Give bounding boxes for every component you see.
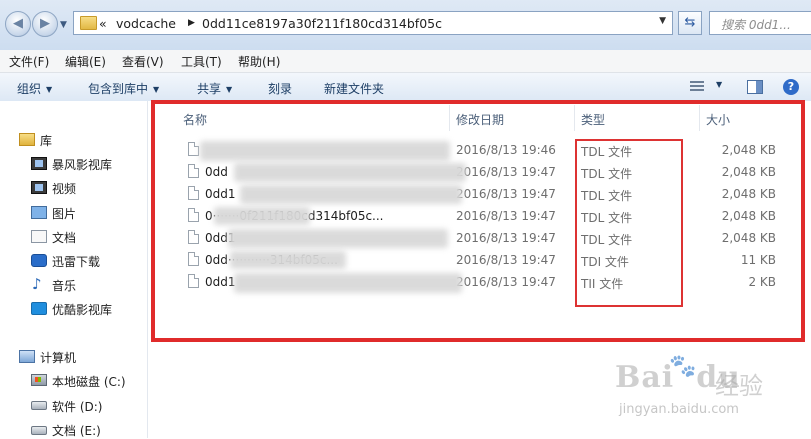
system-drive-icon	[31, 374, 47, 386]
nav-drive-e[interactable]: 文档 (E:)	[52, 422, 101, 439]
chevron-down-icon: ▼	[46, 85, 53, 94]
back-button[interactable]: ◀	[5, 11, 31, 37]
nav-item-thunder-download[interactable]: 迅雷下载	[52, 253, 100, 270]
forward-button[interactable]: ▶	[32, 11, 58, 37]
thunder-download-icon	[31, 254, 47, 267]
computer-icon	[19, 350, 35, 363]
nav-drive-d[interactable]: 软件 (D:)	[52, 398, 102, 415]
storm-library-icon	[31, 157, 47, 170]
menu-help[interactable]: 帮助(H)	[238, 53, 280, 70]
music-icon	[31, 275, 47, 293]
command-toolbar: 组织 ▼ 包含到库中 ▼ 共享 ▼ 刻录 新建文件夹 ▼ ?	[0, 73, 811, 102]
share-button[interactable]: 共享 ▼	[197, 80, 232, 97]
folder-icon	[80, 16, 97, 30]
nav-item-storm-library[interactable]: 暴风影视库	[52, 156, 112, 173]
menu-file[interactable]: 文件(F)	[9, 53, 49, 70]
organize-label: 组织	[17, 82, 42, 96]
address-history-dropdown[interactable]: ▼	[659, 16, 666, 26]
address-bar[interactable]: « vodcache ▶ 0dd11ce8197a30f211f180cd314…	[73, 11, 673, 35]
search-input[interactable]: 搜索 0dd1...	[709, 11, 811, 35]
new-folder-button[interactable]: 新建文件夹	[324, 80, 384, 97]
nav-computer[interactable]: 计算机	[40, 349, 76, 366]
breadcrumb-vodcache[interactable]: vodcache	[116, 16, 176, 31]
drive-icon	[31, 401, 47, 410]
burn-button[interactable]: 刻录	[268, 80, 292, 97]
nav-item-videos[interactable]: 视频	[52, 180, 76, 197]
library-icon	[19, 133, 35, 146]
chevron-down-icon: ▼	[153, 85, 160, 94]
share-label: 共享	[197, 82, 222, 96]
youku-library-icon	[31, 302, 47, 315]
watermark-logo-text: Bai	[615, 360, 675, 395]
address-bar-area: ◀ ▶ ▼ « vodcache ▶ 0dd11ce8197a30f211f18…	[0, 0, 811, 51]
menu-edit[interactable]: 编辑(E)	[65, 53, 106, 70]
help-icon[interactable]: ?	[783, 79, 799, 95]
menu-view[interactable]: 查看(V)	[122, 53, 164, 70]
organize-button[interactable]: 组织 ▼	[17, 80, 52, 97]
document-icon	[31, 230, 47, 243]
nav-drive-c[interactable]: 本地磁盘 (C:)	[52, 373, 126, 390]
highlight-box-type-column	[575, 139, 683, 307]
baidu-jingyan-watermark: Bai du 🐾 经验 jingyan.baidu.com	[615, 354, 805, 430]
nav-item-pictures[interactable]: 图片	[52, 205, 76, 222]
nav-item-music[interactable]: 音乐	[52, 277, 76, 294]
breadcrumb-separator-icon[interactable]: ▶	[188, 18, 195, 28]
watermark-cn: 经验	[715, 372, 763, 400]
preview-pane-icon[interactable]	[747, 80, 763, 94]
drive-icon	[31, 426, 47, 435]
view-options-icon[interactable]	[690, 81, 704, 93]
breadcrumb-current-folder[interactable]: 0dd11ce8197a30f211f180cd314bf05c	[202, 16, 442, 31]
picture-icon	[31, 206, 47, 219]
watermark-url: jingyan.baidu.com	[619, 402, 739, 417]
chevron-down-icon: ▼	[226, 85, 233, 94]
include-in-library-button[interactable]: 包含到库中 ▼	[88, 80, 159, 97]
highlight-box-outer	[151, 100, 805, 342]
nav-library[interactable]: 库	[40, 132, 52, 149]
breadcrumb-overflow[interactable]: «	[99, 16, 107, 31]
menu-bar: 文件(F) 编辑(E) 查看(V) 工具(T) 帮助(H)	[0, 50, 811, 73]
navigation-pane: 库 暴风影视库 视频 图片 文档 迅雷下载 音乐 优酷影视库 计算机 本地磁盘 …	[0, 101, 148, 438]
recent-pages-dropdown[interactable]: ▼	[60, 20, 67, 30]
paw-icon: 🐾	[669, 354, 697, 379]
include-in-library-label: 包含到库中	[88, 82, 149, 96]
view-options-dropdown[interactable]: ▼	[716, 80, 722, 89]
nav-item-documents[interactable]: 文档	[52, 229, 76, 246]
video-icon	[31, 181, 47, 194]
nav-item-youku-library[interactable]: 优酷影视库	[52, 301, 112, 318]
refresh-button[interactable]: ⇆	[678, 11, 702, 35]
menu-tools[interactable]: 工具(T)	[181, 53, 222, 70]
